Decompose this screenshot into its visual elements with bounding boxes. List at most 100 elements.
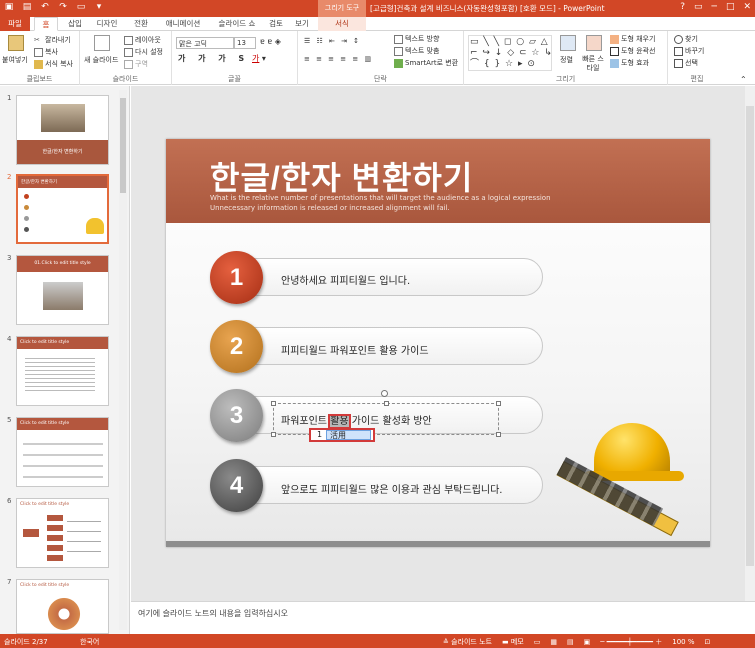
- drawing-group: ▭ ╲ ╲ ◻ ○ ▱ △ ⌐ ↪ ↓ ◇ ⊂ ☆ ↳ ⌒ { } ☆ ▸ ⊙ 정렬…: [464, 31, 668, 85]
- align-buttons[interactable]: ≡ ≡ ≡ ≡ ≡ ▥: [304, 55, 373, 63]
- ribbon-display-button[interactable]: ▭: [694, 2, 703, 12]
- slide[interactable]: 한글/한자 변환하기 What is the relative number o…: [166, 139, 710, 547]
- tab-home[interactable]: 홈: [34, 17, 58, 31]
- thumb-title: Click to edit title style: [17, 580, 108, 592]
- resize-handle[interactable]: [271, 401, 276, 406]
- redo-icon[interactable]: ↷: [57, 2, 69, 12]
- font-grow-shrink[interactable]: ɐ ɐ ◈: [260, 37, 281, 46]
- resize-handle[interactable]: [496, 401, 501, 406]
- shapes-gallery[interactable]: ▭ ╲ ╲ ◻ ○ ▱ △ ⌐ ↪ ↓ ◇ ⊂ ☆ ↳ ⌒ { } ☆ ▸ ⊙: [468, 35, 552, 71]
- shape-effects-button[interactable]: 도형 효과: [610, 58, 649, 68]
- undo-icon[interactable]: ↶: [39, 2, 51, 12]
- clipboard-label: 클립보드: [26, 75, 53, 83]
- resize-handle[interactable]: [271, 432, 276, 437]
- language-indicator[interactable]: 한국어: [80, 637, 99, 647]
- shape-fill-button[interactable]: 도형 채우기: [610, 34, 655, 44]
- tab-format[interactable]: 서식: [318, 17, 366, 31]
- number-circle-4: 4: [210, 459, 263, 512]
- format-painter-button[interactable]: 서식 복사: [34, 59, 73, 69]
- save-icon[interactable]: ▤: [21, 2, 33, 12]
- tab-file[interactable]: 파일: [0, 17, 30, 31]
- shape-outline-button[interactable]: 도형 윤곽선: [610, 46, 655, 56]
- item-text-4[interactable]: 앞으로도 피피티월드 많은 이용과 관심 부탁드립니다.: [281, 481, 502, 496]
- slide-thumbnail-5[interactable]: Click to edit title style: [16, 417, 109, 487]
- scrollbar-thumb[interactable]: [120, 98, 126, 193]
- new-slide-button[interactable]: 새 슬라이드: [84, 55, 118, 65]
- font-label: 글꼴: [228, 75, 241, 83]
- hanja-candidate-list[interactable]: 1 活用: [309, 428, 375, 442]
- tab-insert[interactable]: 삽입: [62, 17, 88, 31]
- customize-qat-icon[interactable]: ▾: [93, 2, 105, 12]
- thumb-dot: [24, 227, 29, 232]
- font-size-box[interactable]: 13: [234, 37, 256, 49]
- slide-thumbnail-1[interactable]: 한글/한자 변환하기: [16, 95, 109, 165]
- item-text-3-before: 파워포인트: [281, 416, 331, 427]
- align-text-button[interactable]: 텍스트 맞춤: [394, 46, 439, 56]
- candidate-hanja[interactable]: 活用: [326, 430, 371, 440]
- find-button[interactable]: 찾기: [674, 34, 698, 44]
- collapse-ribbon-icon[interactable]: ⌃: [740, 75, 747, 84]
- arrange-button[interactable]: 정렬: [560, 55, 573, 65]
- tab-slideshow[interactable]: 슬라이드 쇼: [212, 17, 262, 31]
- zoom-level[interactable]: 100 %: [672, 638, 694, 646]
- font-name-box[interactable]: 맑은 고딕: [176, 37, 234, 49]
- item-text-1[interactable]: 안녕하세요 피피티월드 입니다.: [281, 272, 410, 287]
- maximize-button[interactable]: □: [726, 2, 735, 12]
- copy-button[interactable]: 복사: [34, 47, 58, 57]
- paste-icon[interactable]: [8, 35, 24, 51]
- slide-subtitle[interactable]: What is the relative number of presentat…: [210, 193, 551, 213]
- font-color-button[interactable]: 가 ▾: [252, 53, 266, 64]
- rotate-handle-icon[interactable]: [381, 390, 388, 397]
- normal-view-icon[interactable]: ▭: [534, 638, 541, 646]
- notes-toggle[interactable]: ≙ 슬라이드 노트: [443, 637, 492, 647]
- tab-view[interactable]: 보기: [290, 17, 314, 31]
- tab-review[interactable]: 검토: [264, 17, 288, 31]
- thumbnail-scrollbar[interactable]: [119, 90, 127, 630]
- scrollbar-thumb[interactable]: [746, 106, 754, 566]
- paste-button[interactable]: 붙여넣기: [2, 55, 28, 65]
- reset-button[interactable]: 다시 설정: [124, 47, 163, 57]
- tab-animations[interactable]: 애니메이션: [160, 17, 206, 31]
- quick-styles-icon[interactable]: [586, 35, 602, 51]
- reading-view-icon[interactable]: ▤: [567, 638, 574, 646]
- comments-toggle[interactable]: ▬ 메모: [502, 637, 524, 647]
- helmet-level-image[interactable]: [556, 397, 700, 537]
- item-text-2[interactable]: 피피티월드 파워포인트 활용 가이드: [281, 342, 429, 357]
- smartart-button[interactable]: SmartArt로 변환: [394, 58, 458, 68]
- resize-handle[interactable]: [496, 432, 501, 437]
- slide-thumbnail-2[interactable]: 한글/한자 변환하기: [16, 174, 109, 244]
- fit-slide-icon[interactable]: ⊡: [704, 638, 710, 646]
- resize-handle[interactable]: [384, 401, 389, 406]
- zoom-slider[interactable]: ─ ━━━━━┿━━━━━ ＋: [600, 637, 662, 647]
- slide-thumbnail-6[interactable]: Click to edit title style: [16, 498, 109, 568]
- font-style-buttons[interactable]: 가 가 가 S: [178, 53, 249, 64]
- layout-button[interactable]: 레이아웃: [124, 35, 161, 45]
- list-buttons[interactable]: ☰ ☷ ⇤ ⇥ ↕: [304, 37, 361, 45]
- section-button[interactable]: 구역: [124, 59, 148, 69]
- copy-label: 복사: [45, 48, 58, 56]
- item-text-3[interactable]: 파워포인트 활용 가이드 활성화 방안: [281, 412, 432, 429]
- new-slide-icon[interactable]: [94, 35, 110, 51]
- arrange-icon[interactable]: [560, 35, 576, 51]
- select-button[interactable]: 선택: [674, 58, 698, 68]
- cursor-icon: [674, 58, 683, 68]
- canvas-scrollbar[interactable]: [745, 86, 755, 601]
- notes-pane[interactable]: 여기에 슬라이드 노트의 내용을 입력하십시오: [131, 601, 755, 634]
- slide-thumbnail-7[interactable]: Click to edit title style: [16, 579, 109, 634]
- slideshow-start-icon[interactable]: ▭: [75, 2, 87, 12]
- replace-icon: [674, 46, 683, 56]
- slideshow-view-icon[interactable]: ▣: [584, 638, 591, 646]
- tab-transitions[interactable]: 전환: [128, 17, 154, 31]
- app-icon[interactable]: ▣: [3, 2, 15, 12]
- sorter-view-icon[interactable]: ▦: [550, 638, 557, 646]
- help-button[interactable]: ?: [680, 2, 685, 12]
- text-direction-button[interactable]: 텍스트 방향: [394, 34, 439, 44]
- slide-thumbnail-3[interactable]: 01.Click to edit title style: [16, 255, 109, 325]
- minimize-button[interactable]: ─: [712, 2, 717, 12]
- slide-thumbnail-4[interactable]: Click to edit title style: [16, 336, 109, 406]
- replace-button[interactable]: 바꾸기: [674, 46, 704, 56]
- cut-button[interactable]: ✂ 잘라내기: [34, 35, 71, 45]
- quick-styles-button[interactable]: 빠른 스타일: [580, 55, 606, 73]
- close-button[interactable]: ✕: [743, 2, 751, 12]
- tab-design[interactable]: 디자인: [92, 17, 122, 31]
